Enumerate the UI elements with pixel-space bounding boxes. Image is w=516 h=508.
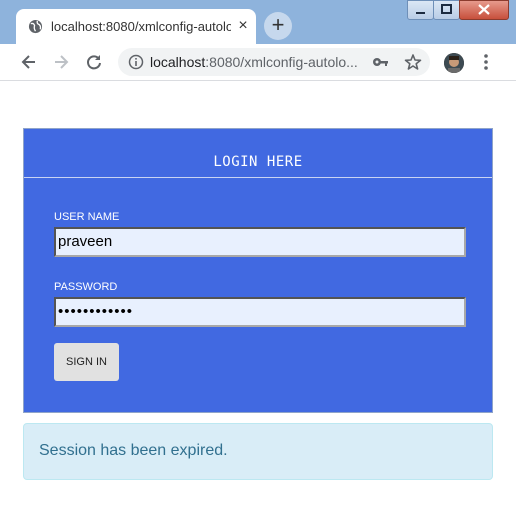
- tab-title: localhost:8080/xmlconfig-autologin: [51, 19, 231, 34]
- bookmark-star-icon[interactable]: [404, 53, 422, 71]
- window-close-button[interactable]: [459, 0, 509, 20]
- password-input[interactable]: ••••••••••••: [54, 297, 466, 327]
- minimize-icon: [416, 12, 425, 14]
- info-icon[interactable]: [128, 54, 144, 70]
- alert-message: Session has been expired.: [39, 442, 228, 459]
- reload-icon[interactable]: [85, 53, 103, 71]
- more-vert-icon[interactable]: [480, 53, 492, 71]
- url-host: localhost: [150, 54, 206, 70]
- forward-arrow-icon[interactable]: [52, 53, 70, 71]
- globe-icon: [28, 19, 43, 34]
- url-text: localhost:8080/xmlconfig-autolo...: [150, 54, 365, 72]
- avatar-icon: [444, 53, 464, 73]
- username-label: USER NAME: [54, 211, 120, 223]
- window-controls: [407, 0, 510, 20]
- maximize-icon: [441, 4, 452, 14]
- back-arrow-icon[interactable]: [20, 53, 38, 71]
- login-title: LOGIN HERE: [213, 154, 303, 170]
- minimize-button[interactable]: [407, 0, 434, 20]
- address-bar[interactable]: localhost:8080/xmlconfig-autolo...: [118, 48, 430, 76]
- sign-in-button[interactable]: SIGN IN: [54, 343, 119, 381]
- new-tab-button[interactable]: +: [264, 12, 292, 40]
- key-icon[interactable]: [372, 54, 390, 70]
- title-divider: [24, 177, 492, 178]
- username-input[interactable]: praveen: [54, 227, 466, 257]
- maximize-button[interactable]: [433, 0, 460, 20]
- session-expired-alert: Session has been expired.: [23, 423, 493, 480]
- url-path: :8080/xmlconfig-autolo...: [205, 54, 358, 70]
- profile-avatar[interactable]: [444, 53, 464, 73]
- browser-titlebar: localhost:8080/xmlconfig-autologin × +: [0, 0, 516, 44]
- password-label: PASSWORD: [54, 281, 118, 293]
- tab-close-icon[interactable]: ×: [235, 18, 251, 34]
- browser-toolbar: localhost:8080/xmlconfig-autolo...: [0, 44, 516, 81]
- login-form: LOGIN HERE USER NAME praveen PASSWORD ••…: [23, 128, 493, 413]
- close-icon: [478, 4, 490, 15]
- browser-tab[interactable]: localhost:8080/xmlconfig-autologin ×: [16, 9, 256, 44]
